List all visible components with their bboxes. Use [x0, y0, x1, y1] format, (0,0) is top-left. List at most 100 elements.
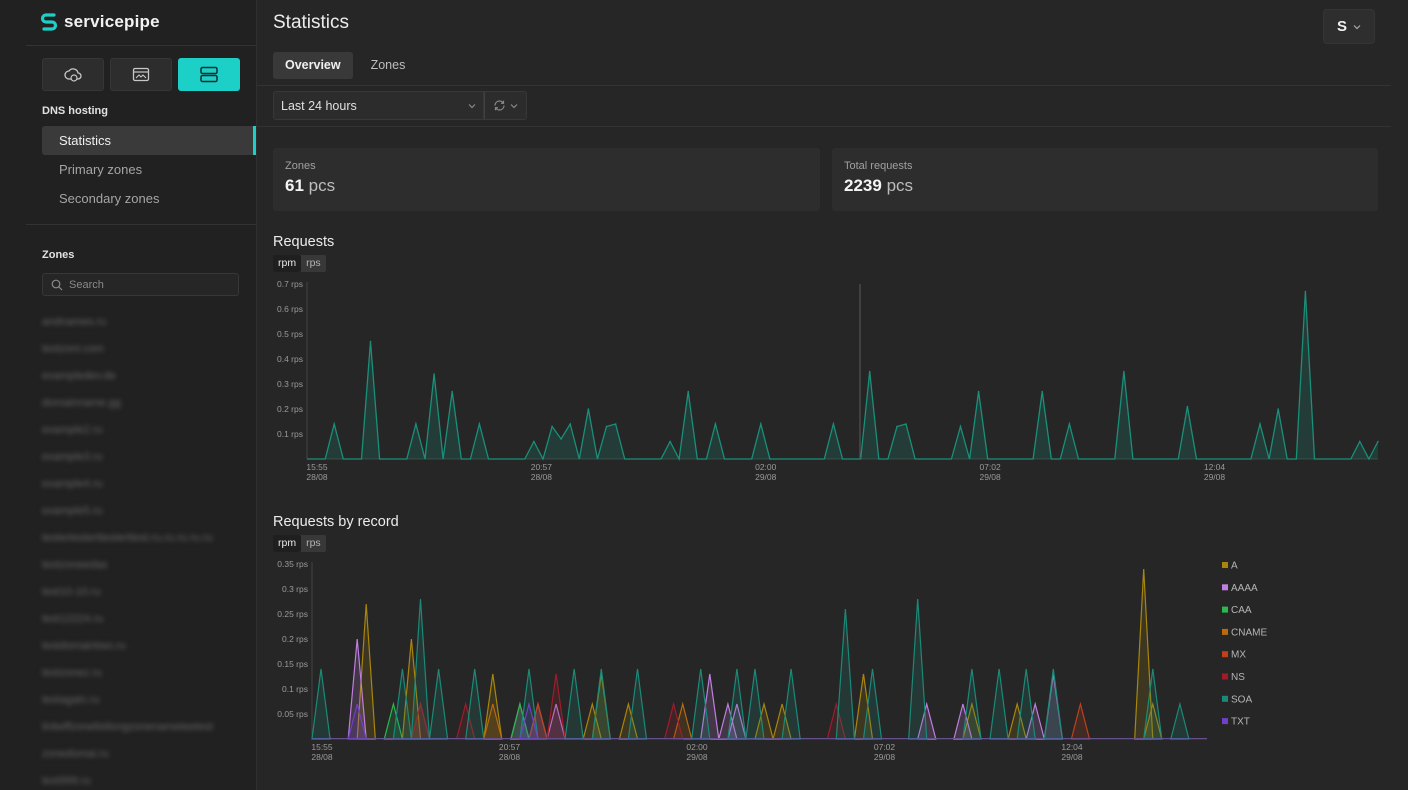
data-point: [605, 425, 608, 428]
card-unit: pcs: [308, 176, 336, 195]
zone-list-item[interactable]: example3.ru: [42, 447, 242, 474]
dns-service-button[interactable]: [178, 58, 240, 91]
logo[interactable]: servicepipe: [40, 11, 160, 33]
service-switcher: [42, 58, 240, 91]
x-tick-date: 29/08: [1061, 752, 1083, 762]
x-tick-date: 29/08: [979, 472, 1001, 482]
sidebar-item-secondary-zones[interactable]: Secondary zones: [42, 184, 256, 213]
unit-rpm-button[interactable]: rpm: [273, 255, 302, 272]
data-point: [560, 438, 562, 440]
sidebar-item-primary-zones[interactable]: Primary zones: [42, 155, 256, 184]
y-tick-label: 0.25 rps: [277, 609, 308, 619]
record-peak-soa: [465, 668, 485, 740]
record-peak-soa: [627, 668, 648, 740]
record-peak-soa: [781, 668, 801, 740]
search-input[interactable]: [69, 278, 229, 291]
time-range-value: Last 24 hours: [281, 98, 357, 113]
data-point: [433, 373, 435, 375]
x-tick-time: 15:55: [306, 462, 328, 472]
user-menu-button[interactable]: S: [1323, 9, 1375, 44]
requests-area: [307, 291, 1378, 459]
y-tick-label: 0.3 rps: [282, 584, 308, 594]
data-point: [551, 425, 553, 428]
x-tick-date: 28/08: [311, 752, 333, 762]
zone-list-item[interactable]: test999.ru: [42, 771, 242, 790]
data-point: [1068, 423, 1071, 425]
server-stack-icon: [200, 66, 218, 83]
x-tick-time: 20:57: [499, 742, 521, 752]
sidebar-item-statistics[interactable]: Statistics: [42, 126, 256, 155]
x-tick-time: 15:55: [311, 742, 333, 752]
total-requests-card: Total requests 2239 pcs: [832, 148, 1378, 211]
refresh-button[interactable]: [484, 91, 527, 120]
zone-search: [42, 273, 239, 296]
unit-rps-button[interactable]: rps: [301, 255, 326, 272]
legend-swatch: [1222, 606, 1228, 613]
zone-list-item[interactable]: testertesterttesterttest.ru.ru.ru.ru.ru: [42, 528, 242, 555]
zone-list-item[interactable]: test10-10.ru: [42, 582, 242, 609]
y-tick-label: 0.35 rps: [277, 559, 308, 569]
legend-label: CAA: [1231, 605, 1252, 616]
record-peak-soa: [311, 668, 331, 740]
zone-list-item[interactable]: testzoni.com: [42, 339, 242, 366]
x-tick-time: 07:02: [874, 742, 896, 752]
data-point: [760, 423, 762, 425]
x-tick-time: 12:04: [1204, 462, 1226, 472]
time-range-select[interactable]: Last 24 hours: [273, 91, 484, 120]
zone-list-item[interactable]: testagain.ru: [42, 690, 242, 717]
legend-label: MX: [1231, 650, 1246, 661]
unit-rps-button[interactable]: rps: [301, 535, 326, 552]
section-label: DNS hosting: [42, 105, 108, 117]
card-unit: pcs: [886, 176, 914, 195]
legend-label: NS: [1231, 672, 1245, 683]
zone-list-item[interactable]: andnames.ru: [42, 312, 242, 339]
x-tick-date: 28/08: [499, 752, 521, 762]
search-icon: [51, 279, 63, 290]
y-tick-label: 0.6 rps: [277, 304, 303, 314]
legend-swatch: [1222, 628, 1228, 635]
data-point: [1304, 290, 1307, 293]
zone-list-item[interactable]: testdomaintwo.ru: [42, 636, 242, 663]
cdn-service-button[interactable]: [42, 58, 104, 91]
requests-title: Requests: [273, 234, 335, 250]
zone-list-item[interactable]: example4.ru: [42, 474, 242, 501]
data-point: [415, 423, 417, 425]
x-tick-time: 12:04: [1061, 742, 1083, 752]
data-point: [533, 440, 535, 443]
zone-list-item[interactable]: linkeffzonelistlongzonenameteetest: [42, 717, 242, 744]
legend-label: AAAA: [1231, 583, 1258, 594]
data-point: [569, 423, 571, 425]
zone-list-item[interactable]: domainname.gg: [42, 393, 242, 420]
zone-list-item[interactable]: example2.ru: [42, 420, 242, 447]
waf-service-button[interactable]: [110, 58, 172, 91]
legend-label: A: [1231, 561, 1238, 572]
x-tick-date: 28/08: [531, 472, 553, 482]
requests-line: [307, 291, 1379, 462]
zone-list-item[interactable]: testzoneedas: [42, 555, 242, 582]
data-point: [333, 423, 335, 425]
legend-label: TXT: [1231, 717, 1250, 728]
data-point: [905, 423, 907, 425]
x-tick-date: 29/08: [874, 752, 896, 762]
unit-rpm-button[interactable]: rpm: [273, 535, 302, 552]
y-tick-label: 0.05 rps: [277, 709, 308, 719]
records-unit-toggle: rpm rps: [273, 535, 326, 552]
zone-list-item[interactable]: exampledev.de: [42, 366, 242, 393]
data-point: [959, 425, 962, 428]
record-peak-soa: [908, 598, 928, 740]
record-peak-soa: [1170, 701, 1190, 740]
tab-zones[interactable]: Zones: [359, 52, 418, 79]
data-point: [896, 425, 898, 428]
data-point: [1277, 408, 1279, 410]
data-point: [1359, 440, 1361, 443]
y-tick-label: 0.2 rps: [282, 634, 308, 644]
zone-list-item[interactable]: zonedomai.ru: [42, 744, 242, 771]
zones-count: 61: [285, 176, 304, 195]
card-label: Total requests: [844, 160, 913, 172]
zone-list-item[interactable]: example5.ru: [42, 501, 242, 528]
zone-list-item[interactable]: test12224.ru: [42, 609, 242, 636]
y-tick-label: 0.3 rps: [277, 379, 303, 389]
divider: [257, 85, 1391, 86]
zone-list-item[interactable]: testzonez.ru: [42, 663, 242, 690]
tab-overview[interactable]: Overview: [273, 52, 353, 79]
